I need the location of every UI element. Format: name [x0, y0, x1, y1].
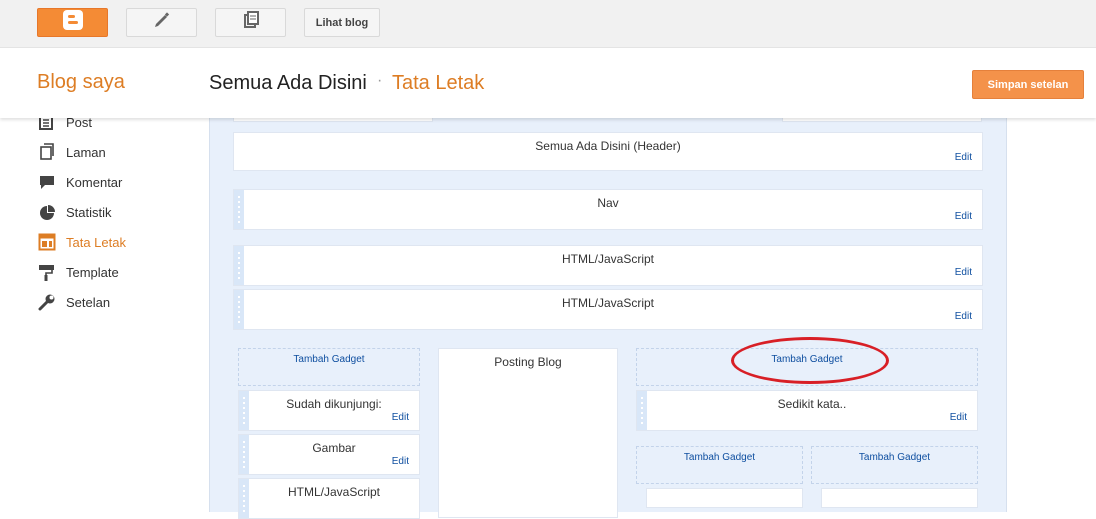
header-widget[interactable]: Semua Ada Disini (Header) Edit	[233, 132, 983, 171]
view-posts-button[interactable]	[215, 8, 286, 37]
image-widget[interactable]: Gambar Edit	[238, 434, 420, 475]
sidebar-item-komentar[interactable]: Komentar	[37, 171, 122, 193]
add-gadget-link[interactable]: Tambah Gadget	[239, 354, 419, 365]
widget-title: Semua Ada Disini (Header)	[535, 139, 681, 153]
page-header: Blog saya Semua Ada Disini · Tata Letak …	[0, 48, 1096, 118]
template-icon	[37, 262, 57, 282]
sidebar-item-laman[interactable]: Laman	[37, 141, 106, 163]
drag-handle[interactable]	[239, 435, 249, 474]
new-post-button[interactable]	[126, 8, 197, 37]
widget-title: HTML/JavaScript	[561, 296, 655, 310]
drag-handle[interactable]	[637, 391, 647, 430]
edit-link[interactable]: Edit	[955, 152, 972, 163]
sidebar-item-label: Komentar	[66, 174, 123, 190]
html-javascript-widget[interactable]: HTML/JavaScript Edit	[233, 245, 983, 286]
pencil-icon	[153, 11, 171, 34]
edit-link[interactable]: Edit	[955, 311, 972, 322]
edit-link[interactable]: Edit	[955, 267, 972, 278]
edit-link[interactable]: Edit	[392, 412, 409, 423]
sidebar-item-statistik[interactable]: Statistik	[37, 201, 112, 223]
sidebar-item-label: Tata Letak	[66, 234, 126, 250]
html-javascript-widget[interactable]: HTML/JavaScript	[238, 478, 420, 519]
widget-title: Gambar	[312, 441, 356, 455]
nav-widget[interactable]: Nav Edit	[233, 189, 983, 230]
sidebar-item-label: Laman	[66, 144, 106, 160]
drag-handle[interactable]	[239, 391, 249, 430]
wrench-icon	[37, 292, 57, 312]
html-javascript-widget[interactable]: HTML/JavaScript Edit	[233, 289, 983, 330]
edit-link[interactable]: Edit	[950, 412, 967, 423]
widget-title: Sedikit kata..	[777, 397, 847, 411]
pages-icon	[37, 142, 57, 162]
annotation-circle	[731, 337, 889, 384]
sidebar-item-label: Setelan	[66, 294, 111, 310]
edit-link[interactable]: Edit	[392, 456, 409, 467]
sidebar-item-template[interactable]: Template	[37, 261, 119, 283]
page-title: Tata Letak	[392, 72, 485, 94]
blogger-logo-button[interactable]	[37, 8, 108, 37]
blogger-icon	[62, 9, 84, 36]
layout-icon	[37, 232, 57, 252]
title-separator: ·	[377, 72, 383, 89]
widget-title: HTML/JavaScript	[287, 485, 381, 499]
blog-name: Semua Ada Disini	[209, 72, 367, 94]
text-widget[interactable]: Sedikit kata.. Edit	[636, 390, 978, 431]
add-gadget-right-b[interactable]: Tambah Gadget	[811, 446, 978, 484]
top-toolbar: Lihat blog	[0, 0, 1096, 48]
widget-title: HTML/JavaScript	[561, 252, 655, 266]
documents-icon	[242, 11, 260, 34]
save-arrangement-button[interactable]: Simpan setelan	[972, 70, 1084, 99]
add-gadget-link[interactable]: Tambah Gadget	[637, 452, 802, 463]
sidebar-item-label: Template	[66, 264, 119, 280]
sidebar-item-setelan[interactable]: Setelan	[37, 291, 110, 313]
visitors-widget[interactable]: Sudah dikunjungi: Edit	[238, 390, 420, 431]
sidebar-item-tata-letak[interactable]: Tata Letak	[37, 231, 126, 253]
my-blogs-link[interactable]: Blog saya	[37, 71, 125, 94]
partial-widget	[821, 488, 978, 508]
comments-icon	[37, 172, 57, 192]
drag-handle[interactable]	[239, 479, 249, 518]
blog-posts-widget[interactable]: Posting Blog	[438, 348, 618, 518]
view-blog-button[interactable]: Lihat blog	[304, 8, 380, 37]
stats-icon	[37, 202, 57, 222]
add-gadget-link[interactable]: Tambah Gadget	[812, 452, 977, 463]
add-gadget-right-a[interactable]: Tambah Gadget	[636, 446, 803, 484]
partial-widget	[646, 488, 803, 508]
sidebar-item-label: Statistik	[66, 204, 112, 220]
widget-title: Sudah dikunjungi:	[286, 397, 382, 411]
add-gadget-left[interactable]: Tambah Gadget	[238, 348, 420, 386]
widget-title: Nav	[597, 196, 619, 210]
edit-link[interactable]: Edit	[955, 211, 972, 222]
widget-title: Posting Blog	[494, 355, 562, 369]
